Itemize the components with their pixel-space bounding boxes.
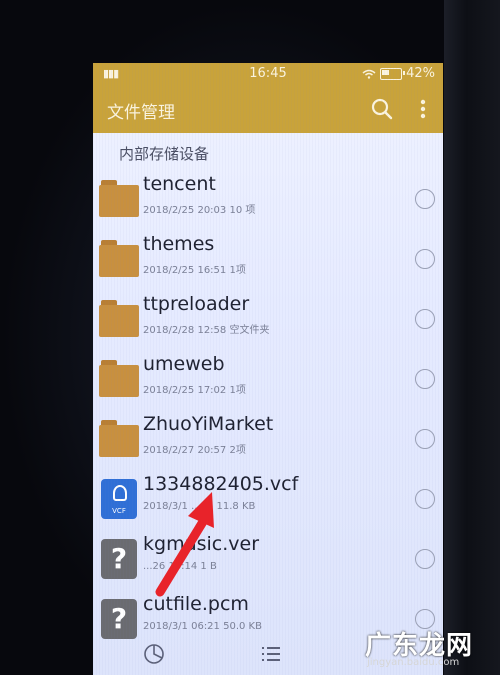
file-meta: 2018/2/27 20:57 2项 <box>143 445 246 456</box>
select-checkbox[interactable] <box>415 489 435 509</box>
wifi-icon <box>362 69 376 79</box>
watermark: 广东龙网 jingyan.baidu.com <box>365 625 495 673</box>
file-row[interactable]: tencent 2018/2/25 20:03 10 项 <box>93 171 443 231</box>
file-meta: 2018/2/25 20:03 10 项 <box>143 205 256 216</box>
select-checkbox[interactable] <box>415 429 435 449</box>
file-meta: 2018/2/25 16:51 1项 <box>143 265 246 276</box>
file-name: tencent <box>143 173 216 195</box>
folder-icon <box>99 299 141 339</box>
unknown-file-icon: ? <box>99 539 141 579</box>
contact-card-icon: VCF <box>99 479 141 519</box>
file-meta: ...26 16:14 1 B <box>143 561 217 572</box>
search-icon[interactable] <box>370 97 394 121</box>
select-checkbox[interactable] <box>415 309 435 329</box>
file-meta: 2018/2/28 12:58 空文件夹 <box>143 325 270 336</box>
app-bar: 文件管理 <box>93 85 443 133</box>
folder-icon <box>99 239 141 279</box>
file-row[interactable]: ? kgmusic.ver ...26 16:14 1 B <box>93 531 443 591</box>
file-meta: 2018/3/1 06:21 50.0 KB <box>143 621 262 632</box>
more-vertical-icon[interactable] <box>415 97 431 121</box>
file-name: cutfile.pcm <box>143 593 249 615</box>
file-row[interactable]: ttpreloader 2018/2/28 12:58 空文件夹 <box>93 291 443 351</box>
file-name: themes <box>143 233 215 255</box>
battery-icon <box>380 67 406 80</box>
phone-screen: ▮▮▮ 16:45 42% 文件管理 内部存储设备 tencent 2018/2 <box>93 63 443 675</box>
file-row[interactable]: umeweb 2018/2/25 17:02 1项 <box>93 351 443 411</box>
select-checkbox[interactable] <box>415 549 435 569</box>
file-row[interactable]: ZhuoYiMarket 2018/2/27 20:57 2项 <box>93 411 443 471</box>
select-checkbox[interactable] <box>415 369 435 389</box>
status-bar: ▮▮▮ 16:45 42% <box>93 63 443 85</box>
file-name: ZhuoYiMarket <box>143 413 274 435</box>
file-name: 1334882405.vcf <box>143 473 299 495</box>
storage-section-header: 内部存储设备 <box>119 145 210 163</box>
file-name: umeweb <box>143 353 225 375</box>
select-checkbox[interactable] <box>415 249 435 269</box>
file-row[interactable]: themes 2018/2/25 16:51 1项 <box>93 231 443 291</box>
page-title: 文件管理 <box>107 103 175 123</box>
file-name: kgmusic.ver <box>143 533 260 555</box>
watermark-site: jingyan.baidu.com <box>367 657 460 668</box>
select-checkbox[interactable] <box>415 189 435 209</box>
phone-bezel <box>444 0 500 675</box>
file-meta: 2018/2/25 17:02 1项 <box>143 385 246 396</box>
folder-icon <box>99 359 141 399</box>
vcf-icon-label: VCF <box>112 507 126 515</box>
folder-icon <box>99 179 141 219</box>
file-name: ttpreloader <box>143 293 250 315</box>
list-icon[interactable] <box>261 643 281 665</box>
folder-icon <box>99 419 141 459</box>
file-meta: 2018/3/1 ...43 11.8 KB <box>143 501 256 512</box>
battery-percent: 42% <box>406 66 435 81</box>
file-row[interactable]: VCF 1334882405.vcf 2018/3/1 ...43 11.8 K… <box>93 471 443 531</box>
pie-chart-icon[interactable] <box>143 643 165 665</box>
